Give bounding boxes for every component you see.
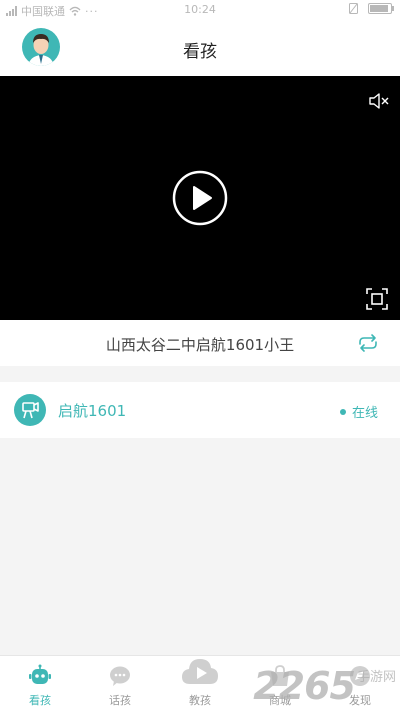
- tab-watch[interactable]: 看孩: [0, 656, 80, 712]
- tab-teach[interactable]: 教孩: [160, 656, 240, 712]
- status-bar: 中国联通 ··· 10:24: [0, 0, 400, 20]
- channel-bar: 山西太谷二中启航1601小王: [0, 320, 400, 366]
- page-title: 看孩: [183, 42, 217, 62]
- tab-label: 话孩: [109, 694, 131, 707]
- bottom-tab-bar: 看孩 话孩 教孩 商城 发现: [0, 655, 400, 712]
- battery-icon: [368, 3, 394, 14]
- chat-icon: [110, 666, 130, 686]
- no-sim-icon: [349, 3, 358, 14]
- cloud-play-icon: [182, 659, 218, 684]
- fullscreen-icon[interactable]: [366, 288, 388, 310]
- channel-name: 山西太谷二中启航1601小王: [105, 336, 295, 354]
- tab-discover[interactable]: 发现: [320, 656, 400, 712]
- shop-icon: [271, 665, 289, 686]
- online-dot-icon: [339, 408, 346, 415]
- app-header: 看孩: [0, 20, 400, 76]
- device-name: 启航1601: [58, 402, 127, 420]
- mute-icon[interactable]: [368, 92, 390, 110]
- video-player[interactable]: [0, 76, 400, 320]
- robot-icon: [29, 664, 51, 684]
- device-status: 在线: [339, 402, 378, 421]
- device-status-label: 在线: [351, 406, 378, 421]
- status-time: 10:24: [184, 3, 216, 16]
- tab-label: 商城: [269, 694, 291, 707]
- tab-shop[interactable]: 商城: [240, 656, 320, 712]
- play-icon[interactable]: [172, 170, 228, 226]
- tab-label: 教孩: [189, 694, 211, 707]
- device-list-item[interactable]: 启航1601 在线: [0, 382, 400, 438]
- camera-icon: [14, 394, 46, 426]
- tab-label: 发现: [349, 694, 371, 707]
- tab-label: 看孩: [29, 694, 51, 707]
- discover-icon: [350, 666, 370, 686]
- tab-talk[interactable]: 话孩: [80, 656, 160, 712]
- switch-channel-icon[interactable]: [356, 333, 380, 353]
